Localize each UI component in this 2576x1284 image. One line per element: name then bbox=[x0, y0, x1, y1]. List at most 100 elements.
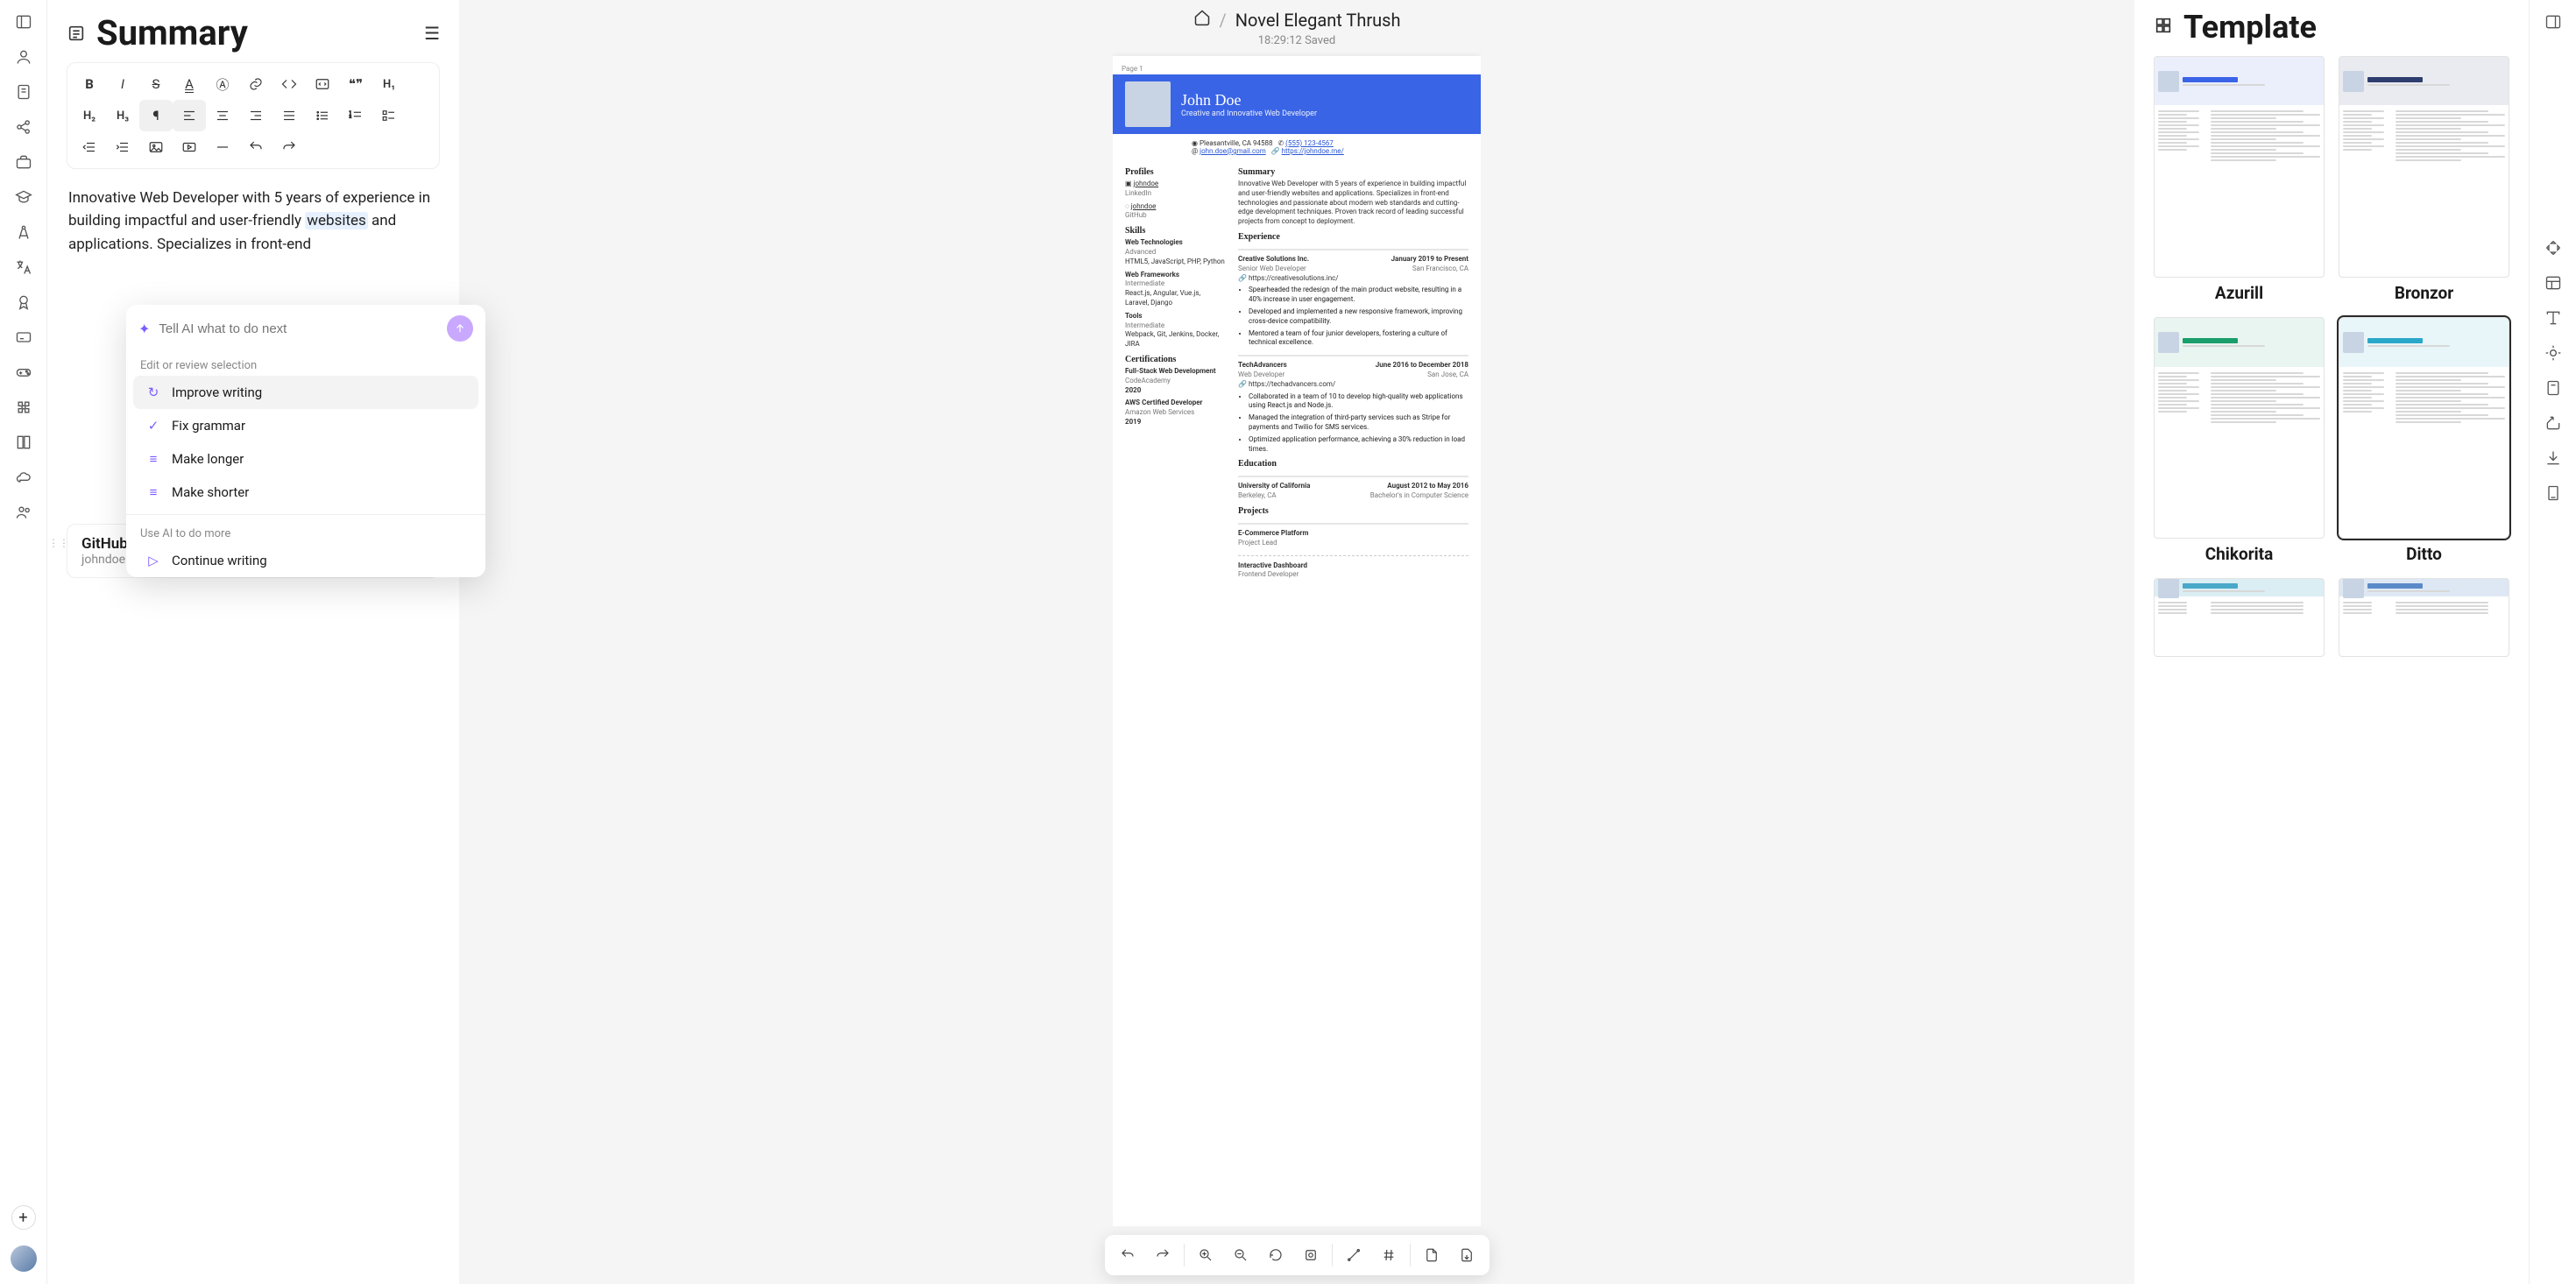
ai-prompt-input[interactable] bbox=[159, 321, 438, 336]
users-icon[interactable] bbox=[14, 503, 33, 522]
award-icon[interactable] bbox=[14, 293, 33, 312]
italic-button[interactable]: I bbox=[106, 68, 139, 100]
template-card-chikorita[interactable]: Chikorita bbox=[2154, 317, 2325, 564]
align-right-button[interactable] bbox=[239, 100, 272, 131]
zoom-out-button[interactable] bbox=[1225, 1240, 1256, 1270]
right-rail bbox=[2529, 0, 2576, 1284]
notes-icon[interactable] bbox=[2544, 378, 2563, 398]
fit-button[interactable] bbox=[1295, 1240, 1327, 1270]
pv-redo-button[interactable] bbox=[1147, 1240, 1178, 1270]
drag-handle-icon[interactable]: ⋮⋮ bbox=[48, 537, 69, 549]
export-json-button[interactable] bbox=[1416, 1240, 1447, 1270]
check-icon: ✓ bbox=[145, 418, 161, 434]
doc-title[interactable]: Novel Elegant Thrush bbox=[1235, 10, 1401, 31]
preview-panel: / Novel Elegant Thrush 18:29:12 Saved Pa… bbox=[459, 0, 2134, 1284]
link-button[interactable] bbox=[239, 68, 272, 100]
task-list-button[interactable] bbox=[372, 100, 406, 131]
hash-button[interactable] bbox=[1373, 1240, 1405, 1270]
align-center-button[interactable] bbox=[206, 100, 239, 131]
hr-button[interactable] bbox=[206, 131, 239, 163]
number-list-button[interactable]: 12 bbox=[339, 100, 372, 131]
avatar[interactable] bbox=[11, 1245, 37, 1272]
align-justify-button[interactable] bbox=[272, 100, 306, 131]
template-card-extra-1[interactable] bbox=[2339, 578, 2509, 657]
strikethrough-button[interactable]: S bbox=[139, 68, 173, 100]
image-button[interactable] bbox=[139, 131, 173, 163]
rotate-button[interactable] bbox=[1260, 1240, 1292, 1270]
share-icon[interactable] bbox=[14, 117, 33, 137]
preview-toolbar bbox=[1105, 1235, 1490, 1275]
resume-photo bbox=[1125, 81, 1171, 127]
template-title: Template bbox=[2183, 9, 2317, 46]
panel-right-icon[interactable] bbox=[2544, 12, 2563, 32]
ai-fix-grammar[interactable]: ✓Fix grammar bbox=[133, 409, 478, 442]
home-icon[interactable] bbox=[1193, 9, 1211, 31]
summary-editor[interactable]: Innovative Web Developer with 5 years of… bbox=[67, 181, 440, 261]
h2-button[interactable]: H₂ bbox=[73, 100, 106, 131]
bullet-list-button[interactable] bbox=[306, 100, 339, 131]
graduation-icon[interactable] bbox=[14, 187, 33, 207]
share-right-icon[interactable] bbox=[2544, 413, 2563, 433]
wand-icon: ↻ bbox=[145, 384, 161, 400]
undo-button[interactable] bbox=[239, 131, 272, 163]
briefcase-icon[interactable] bbox=[14, 152, 33, 172]
paragraph-button[interactable]: ¶ bbox=[139, 100, 173, 131]
ai-continue-writing[interactable]: ▷Continue writing bbox=[133, 544, 478, 577]
add-button[interactable]: + bbox=[11, 1205, 36, 1230]
gamepad-icon[interactable] bbox=[14, 363, 33, 382]
summary-panel: Summary ☰ B I S A Ⓐ ❝❞ H₁ H₂ H₃ ¶ 12 bbox=[47, 0, 459, 1284]
h1-button[interactable]: H₁ bbox=[372, 68, 406, 100]
template-card-bronzor[interactable]: Bronzor bbox=[2339, 56, 2509, 303]
card-icon[interactable] bbox=[14, 328, 33, 347]
note-icon[interactable] bbox=[14, 82, 33, 102]
translate-icon[interactable] bbox=[14, 258, 33, 277]
download-icon[interactable] bbox=[2544, 448, 2563, 468]
ai-make-shorter[interactable]: ≡Make shorter bbox=[133, 476, 478, 509]
ai-send-button[interactable] bbox=[447, 315, 473, 342]
bold-button[interactable]: B bbox=[73, 68, 106, 100]
zoom-in-button[interactable] bbox=[1190, 1240, 1221, 1270]
resume-page: Page 1 John Doe Creative and Innovative … bbox=[1113, 56, 1481, 1226]
ai-section-label: Edit or review selection bbox=[126, 352, 485, 376]
cloud-icon[interactable] bbox=[14, 468, 33, 487]
compass-icon[interactable] bbox=[14, 222, 33, 242]
page-setup-icon[interactable] bbox=[2544, 483, 2563, 503]
panel-left-icon[interactable] bbox=[14, 12, 33, 32]
h3-button[interactable]: H₃ bbox=[106, 100, 139, 131]
line-tool-button[interactable] bbox=[1338, 1240, 1369, 1270]
layout-icon[interactable] bbox=[2544, 273, 2563, 293]
summary-menu-icon[interactable]: ☰ bbox=[424, 23, 440, 44]
template-icon bbox=[2154, 16, 2173, 39]
quote-button[interactable]: ❝❞ bbox=[339, 68, 372, 100]
underline-button[interactable]: A bbox=[173, 68, 206, 100]
resume-tagline: Creative and Innovative Web Developer bbox=[1181, 109, 1317, 118]
redo-button[interactable] bbox=[272, 131, 306, 163]
light-icon[interactable] bbox=[2544, 343, 2563, 363]
type-icon[interactable] bbox=[2544, 308, 2563, 328]
align-left-button[interactable] bbox=[173, 100, 206, 131]
ai-improve-writing[interactable]: ↻Improve writing bbox=[133, 376, 478, 409]
summary-section-icon bbox=[67, 24, 86, 43]
video-button[interactable] bbox=[173, 131, 206, 163]
puzzle-icon[interactable] bbox=[14, 398, 33, 417]
sparkle-icon: ✦ bbox=[138, 321, 150, 337]
ai-make-longer[interactable]: ≡Make longer bbox=[133, 442, 478, 476]
clear-format-button[interactable]: Ⓐ bbox=[206, 68, 239, 100]
codeblock-button[interactable] bbox=[306, 68, 339, 100]
indent-button[interactable] bbox=[106, 131, 139, 163]
export-pdf-button[interactable] bbox=[1451, 1240, 1483, 1270]
format-toolbar: B I S A Ⓐ ❝❞ H₁ H₂ H₃ ¶ 12 bbox=[67, 62, 440, 169]
user-icon[interactable] bbox=[14, 47, 33, 67]
save-status: 18:29:12 Saved bbox=[1193, 34, 1401, 47]
template-card-azurill[interactable]: Azurill bbox=[2154, 56, 2325, 303]
move-icon[interactable] bbox=[2544, 238, 2563, 258]
svg-text:2: 2 bbox=[350, 114, 352, 119]
book-icon[interactable] bbox=[14, 433, 33, 452]
editor-highlight: websites bbox=[305, 212, 368, 229]
outdent-button[interactable] bbox=[73, 131, 106, 163]
pv-undo-button[interactable] bbox=[1112, 1240, 1143, 1270]
template-card-extra-0[interactable] bbox=[2154, 578, 2325, 657]
template-panel: Template Azurill bbox=[2134, 0, 2529, 1284]
template-card-ditto[interactable]: Ditto bbox=[2339, 317, 2509, 564]
code-button[interactable] bbox=[272, 68, 306, 100]
